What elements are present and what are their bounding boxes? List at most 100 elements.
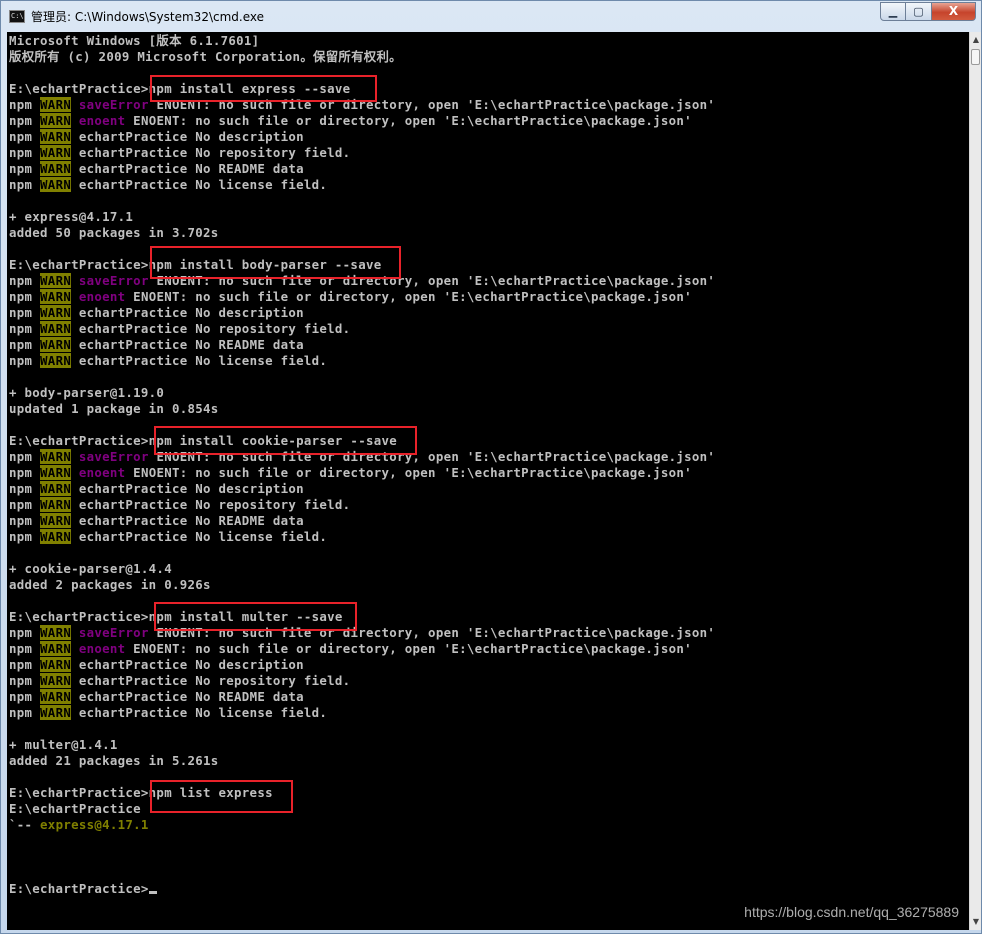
console-line: `-- express@4.17.1 xyxy=(9,817,715,833)
warn-badge: WARN xyxy=(40,657,72,672)
console-line: npm WARN echartPractice No description xyxy=(9,481,715,497)
cursor-icon xyxy=(148,891,157,894)
console-text: npm xyxy=(9,481,41,496)
console-text: ENOENT: no such file or directory, open … xyxy=(125,641,692,656)
package-version: express@4.17.1 xyxy=(40,817,149,832)
console-text: 版权所有 (c) 2009 Microsoft Corporation。保留所有… xyxy=(9,49,402,64)
console-text: npm xyxy=(9,97,41,112)
console-text: npm xyxy=(9,657,41,672)
console-line: added 2 packages in 0.926s xyxy=(9,577,715,593)
console-text: ENOENT: no such file or directory, open … xyxy=(125,465,692,480)
console-line: + body-parser@1.19.0 xyxy=(9,385,715,401)
console-text: echartPractice No license field. xyxy=(71,705,328,720)
warn-badge: WARN xyxy=(40,513,72,528)
maximize-button[interactable]: ▢ xyxy=(906,2,932,21)
warn-badge: WARN xyxy=(40,177,72,192)
console-text: echartPractice No description xyxy=(71,657,304,672)
console-line: npm WARN echartPractice No description xyxy=(9,129,715,145)
console-text: echartPractice No description xyxy=(71,481,304,496)
console-text: E:\echartPractice xyxy=(9,801,141,816)
cmd-window: C:\ 管理员: C:\Windows\System32\cmd.exe ▁ ▢… xyxy=(0,0,982,934)
console-text: + express@4.17.1 xyxy=(9,209,134,224)
console-line: E:\echartPractice>npm list express xyxy=(9,785,715,801)
watermark: https://blog.csdn.net/qq_36275889 xyxy=(744,904,959,920)
warn-badge: WARN xyxy=(40,129,72,144)
console-text: added 2 packages in 0.926s xyxy=(9,577,211,592)
scroll-thumb[interactable] xyxy=(971,49,980,65)
console-line: npm WARN enoent ENOENT: no such file or … xyxy=(9,289,715,305)
close-button[interactable]: X xyxy=(932,2,976,21)
warn-badge: WARN xyxy=(40,273,72,288)
command-highlight-box xyxy=(154,426,417,455)
command-highlight-box xyxy=(150,75,377,102)
console-line: npm WARN echartPractice No license field… xyxy=(9,177,715,193)
console-line: E:\echartPractice>npm install multer --s… xyxy=(9,609,715,625)
vertical-scrollbar[interactable]: ▲ ▼ xyxy=(969,32,981,930)
warn-badge: WARN xyxy=(40,161,72,176)
console-line: npm WARN echartPractice No repository fi… xyxy=(9,497,715,513)
cmd-icon[interactable]: C:\ xyxy=(9,10,25,23)
console-text: npm xyxy=(9,705,41,720)
console-output[interactable]: Microsoft Windows [版本 6.1.7601] 版权所有 (c) … xyxy=(7,32,969,930)
console-text: updated 1 package in 0.854s xyxy=(9,401,219,416)
console-text: added 21 packages in 5.261s xyxy=(9,753,219,768)
error-code: saveError xyxy=(78,97,149,112)
console-line: npm WARN echartPractice No README data xyxy=(9,689,715,705)
console-text: + cookie-parser@1.4.4 xyxy=(9,561,172,576)
warn-badge: WARN xyxy=(40,481,72,496)
console-line: npm WARN echartPractice No repository fi… xyxy=(9,145,715,161)
console-text: npm xyxy=(9,689,41,704)
console-text: npm xyxy=(9,273,41,288)
console-line: npm WARN echartPractice No README data xyxy=(9,337,715,353)
console-text: npm xyxy=(9,673,41,688)
console-line: 版权所有 (c) 2009 Microsoft Corporation。保留所有… xyxy=(9,49,715,65)
error-code: saveError xyxy=(78,273,149,288)
warn-badge: WARN xyxy=(40,625,72,640)
error-code: enoent xyxy=(78,641,126,656)
console-text: echartPractice No README data xyxy=(71,689,304,704)
warn-badge: WARN xyxy=(40,449,72,464)
console-text: npm xyxy=(9,513,41,528)
console-line: npm WARN saveError ENOENT: no such file … xyxy=(9,625,715,641)
console-text: echartPractice No description xyxy=(71,305,304,320)
console-text: npm xyxy=(9,497,41,512)
console-line: npm WARN enoent ENOENT: no such file or … xyxy=(9,465,715,481)
title-bar[interactable]: C:\ 管理员: C:\Windows\System32\cmd.exe ▁ ▢… xyxy=(1,1,981,32)
command-highlight-box xyxy=(150,246,401,279)
console-line: npm WARN echartPractice No repository fi… xyxy=(9,321,715,337)
scroll-down-icon[interactable]: ▼ xyxy=(970,914,982,930)
console-text: ENOENT: no such file or directory, open … xyxy=(125,289,692,304)
console-text: echartPractice No repository field. xyxy=(71,321,351,336)
warn-badge: WARN xyxy=(40,289,72,304)
console-text: npm xyxy=(9,465,41,480)
console-text: npm xyxy=(9,161,41,176)
scroll-up-icon[interactable]: ▲ xyxy=(970,32,982,48)
console-line: + multer@1.4.1 xyxy=(9,737,715,753)
warn-badge: WARN xyxy=(40,113,72,128)
console-line: + express@4.17.1 xyxy=(9,209,715,225)
warn-badge: WARN xyxy=(40,529,72,544)
console-text: added 50 packages in 3.702s xyxy=(9,225,219,240)
warn-badge: WARN xyxy=(40,97,72,112)
warn-badge: WARN xyxy=(40,337,72,352)
error-code: enoent xyxy=(78,113,126,128)
warn-badge: WARN xyxy=(40,641,72,656)
console-text: echartPractice No README data xyxy=(71,337,304,352)
minimize-button[interactable]: ▁ xyxy=(880,2,906,21)
window-title: 管理员: C:\Windows\System32\cmd.exe xyxy=(31,10,264,24)
console-line: E:\echartPractice xyxy=(9,801,715,817)
console-line: E:\echartPractice> xyxy=(9,881,715,897)
console-lines: Microsoft Windows [版本 6.1.7601] 版权所有 (c) … xyxy=(9,33,715,897)
warn-badge: WARN xyxy=(40,673,72,688)
